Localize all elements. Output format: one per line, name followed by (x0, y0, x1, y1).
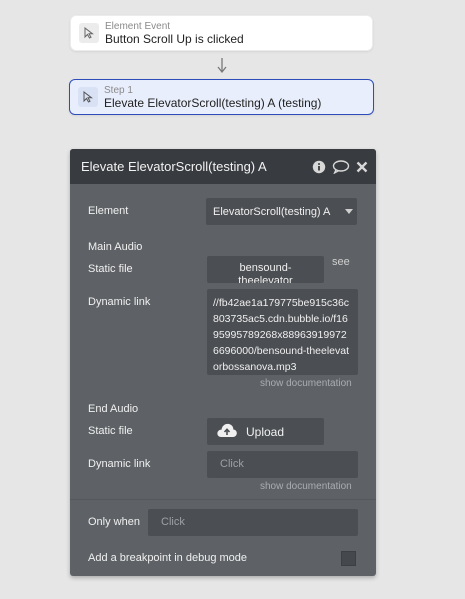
step-card[interactable]: Step 1 Elevate ElevatorScroll(testing) A… (69, 79, 374, 115)
panel-title: Elevate ElevatorScroll(testing) A (81, 159, 267, 174)
main-dynamic-link-label: Dynamic link (88, 296, 151, 308)
end-static-file-label: Static file (88, 425, 133, 437)
element-dropdown[interactable]: ElevatorScroll(testing) A (206, 198, 357, 225)
only-when-field[interactable]: Click (148, 509, 358, 536)
arrow-down-icon (217, 58, 227, 74)
main-static-file-label: Static file (88, 263, 133, 275)
main-static-file-name: bensound- (239, 262, 292, 274)
breakpoint-label: Add a breakpoint in debug mode (88, 552, 248, 564)
end-dynamic-link-label: Dynamic link (88, 458, 151, 470)
step-title: Elevate ElevatorScroll(testing) A (testi… (104, 96, 322, 110)
upload-button[interactable]: Upload (207, 418, 324, 445)
info-icon[interactable] (312, 160, 326, 174)
see-link[interactable]: see (332, 256, 350, 268)
main-static-file-name-continued: theelevator (238, 275, 293, 283)
event-card[interactable]: Element Event Button Scroll Up is clicke… (70, 15, 373, 51)
only-when-label: Only when (88, 516, 140, 528)
comment-icon[interactable] (332, 159, 350, 174)
show-documentation-link[interactable]: show documentation (260, 378, 352, 389)
pointer-icon (79, 23, 99, 43)
action-property-panel: Elevate ElevatorScroll(testing) A Elemen… (70, 149, 376, 576)
end-dynamic-link-field[interactable]: Click (207, 451, 358, 478)
upload-label: Upload (246, 424, 285, 439)
event-title: Button Scroll Up is clicked (105, 32, 244, 46)
main-dynamic-link-field[interactable]: //fb42ae1a179775be915c36c803735ac5.cdn.b… (207, 289, 358, 375)
cloud-upload-icon (216, 422, 238, 441)
divider (70, 499, 376, 500)
pointer-icon (78, 87, 98, 107)
close-icon[interactable] (356, 161, 368, 173)
element-label: Element (88, 205, 129, 217)
element-value: ElevatorScroll(testing) A (213, 205, 331, 218)
main-audio-heading: Main Audio (88, 241, 143, 253)
main-static-file[interactable]: bensound- theelevator (207, 256, 324, 283)
show-documentation-link[interactable]: show documentation (260, 481, 352, 492)
chevron-down-icon (341, 209, 357, 214)
panel-header: Elevate ElevatorScroll(testing) A (70, 149, 376, 184)
end-audio-heading: End Audio (88, 403, 139, 415)
breakpoint-checkbox[interactable] (341, 551, 356, 566)
